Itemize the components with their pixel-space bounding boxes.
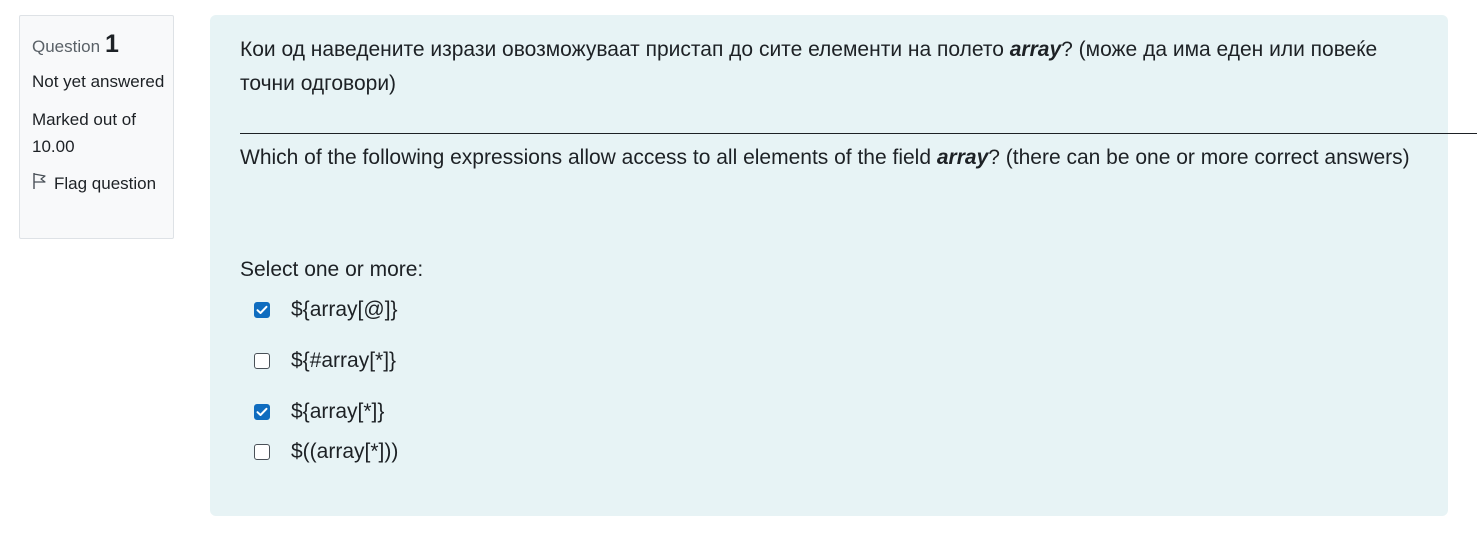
question-content: Кои од наведените изрази овозможуваат пр… <box>210 15 1477 516</box>
answer-checkbox-1[interactable] <box>254 302 270 318</box>
question-text-en-bold: array <box>936 146 989 169</box>
question-text: Кои од наведените изрази овозможуваат пр… <box>240 33 1477 175</box>
answer-prompt: Select one or more: <box>240 258 424 281</box>
question-grade: Marked out of 10.00 <box>32 110 136 156</box>
question-separator <box>240 107 1477 141</box>
flag-icon <box>32 172 54 195</box>
answer-label-3[interactable]: ${array[*]} <box>291 400 384 424</box>
answer-checkbox-2[interactable] <box>254 353 270 369</box>
answer-checkbox-4[interactable] <box>254 444 270 460</box>
question-text-en-part: ? (there can be one or more correct answ… <box>988 146 1410 169</box>
checkmark-icon <box>256 407 268 416</box>
answer-option-4[interactable]: $((array[*])) <box>254 440 398 464</box>
answer-checkbox-3[interactable] <box>254 404 270 420</box>
question-number: 1 <box>105 30 119 58</box>
question-text-mk-part: Кои од наведените изрази овозможуваат пр… <box>240 38 1010 61</box>
question-text-mk-bold: array <box>1009 38 1062 61</box>
flag-question-link[interactable]: Flag question <box>32 172 173 195</box>
flag-question-label: Flag question <box>54 173 157 193</box>
answer-option-2[interactable]: ${#array[*]} <box>254 349 396 373</box>
question-number-row: Question 1 <box>32 30 173 59</box>
answer-label-2[interactable]: ${#array[*]} <box>291 349 396 373</box>
answer-option-3[interactable]: ${array[*]} <box>254 400 384 424</box>
answer-label-1[interactable]: ${array[@]} <box>291 298 398 322</box>
separator-line <box>240 133 1477 134</box>
question-text-en-part: Which of the following expressions allow… <box>240 146 937 169</box>
question-info-panel: Question 1 Not yet answered Marked out o… <box>19 15 174 239</box>
question-text-mk: Кои од наведените изрази овозможуваат пр… <box>240 33 1420 101</box>
answer-label-4[interactable]: $((array[*])) <box>291 440 398 464</box>
question-label: Question <box>32 37 101 56</box>
answer-option-1[interactable]: ${array[@]} <box>254 298 398 322</box>
question-state: Not yet answered <box>32 72 165 91</box>
checkmark-icon <box>256 305 268 314</box>
question-text-en: Which of the following expressions allow… <box>240 141 1420 175</box>
